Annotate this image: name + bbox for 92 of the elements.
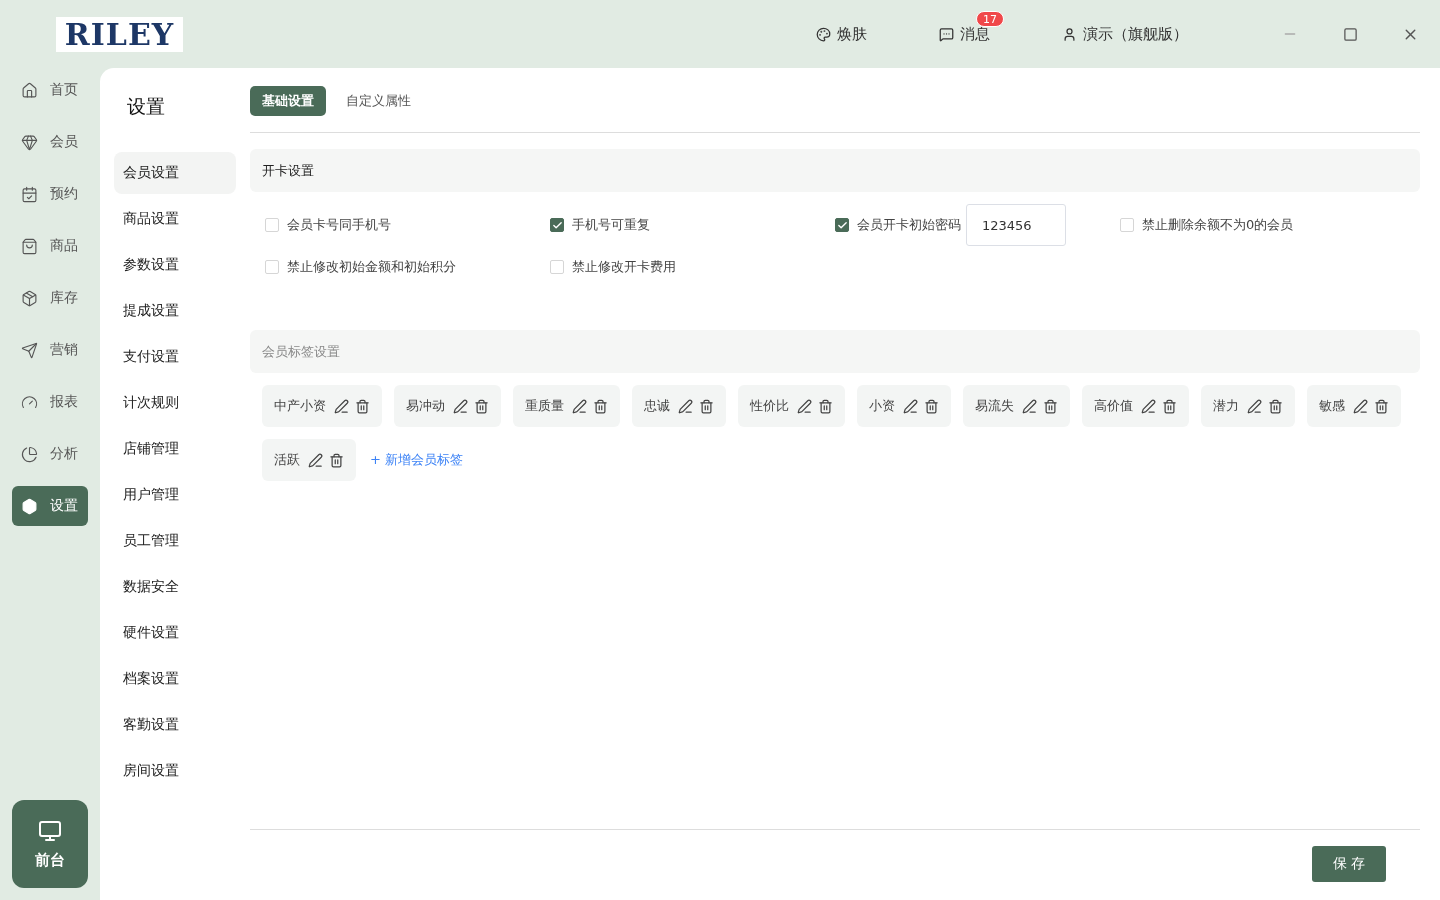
- gem-icon: [21, 133, 38, 151]
- trash-icon[interactable]: [1374, 398, 1389, 414]
- checkbox-label: 禁止修改初始金额和初始积分: [287, 258, 456, 276]
- tag-label: 高价值: [1094, 397, 1133, 415]
- edit-icon[interactable]: [1141, 398, 1156, 414]
- checkbox-label: 手机号可重复: [572, 216, 650, 234]
- tag-label: 易冲动: [406, 397, 445, 415]
- section-header: 开卡设置: [250, 149, 1420, 192]
- monitor-icon: [38, 818, 62, 843]
- user-icon[interactable]: [1062, 26, 1077, 42]
- checkbox-label: 禁止修改开卡费用: [572, 258, 676, 276]
- nav-item[interactable]: 会员: [12, 122, 88, 162]
- edit-icon[interactable]: [453, 398, 468, 414]
- trash-icon[interactable]: [699, 398, 714, 414]
- menu-item[interactable]: 计次规则: [114, 382, 236, 424]
- send-icon: [21, 341, 38, 359]
- tag-label: 活跃: [274, 451, 300, 469]
- tag-label: 潜力: [1213, 397, 1239, 415]
- menu-item[interactable]: 数据安全: [114, 566, 236, 608]
- tag-label: 敏感: [1319, 397, 1345, 415]
- checkbox[interactable]: [835, 218, 849, 232]
- edit-icon[interactable]: [797, 398, 812, 414]
- pie-chart-icon: [21, 445, 38, 463]
- palette-icon[interactable]: [816, 26, 831, 42]
- input-field[interactable]: 123456: [966, 204, 1066, 246]
- menu-item[interactable]: 商品设置: [114, 198, 236, 240]
- menu-item[interactable]: 档案设置: [114, 658, 236, 700]
- edit-icon[interactable]: [903, 398, 918, 414]
- trash-icon[interactable]: [1162, 398, 1177, 414]
- trash-icon[interactable]: [593, 398, 608, 414]
- header-link[interactable]: 演示（旗舰版）: [1083, 24, 1188, 44]
- tab[interactable]: 自定义属性: [334, 86, 423, 116]
- trash-icon[interactable]: [924, 398, 939, 414]
- menu-item[interactable]: 员工管理: [114, 520, 236, 562]
- edit-icon[interactable]: [1247, 398, 1262, 414]
- trash-icon[interactable]: [474, 398, 489, 414]
- trash-icon[interactable]: [1043, 398, 1058, 414]
- chat-icon[interactable]: [939, 26, 954, 42]
- menu-item[interactable]: 提成设置: [114, 290, 236, 332]
- menu-item[interactable]: 房间设置: [114, 750, 236, 792]
- menu-item[interactable]: 用户管理: [114, 474, 236, 516]
- add-tag-link[interactable]: + 新增会员标签: [368, 451, 464, 469]
- checkbox-label: 会员开卡初始密码: [857, 216, 961, 234]
- trash-icon[interactable]: [818, 398, 833, 414]
- nav-item[interactable]: 分析: [12, 434, 88, 474]
- nav-item[interactable]: 报表: [12, 382, 88, 422]
- header-link[interactable]: 焕肤: [837, 24, 867, 44]
- tag-label: 小资: [869, 397, 895, 415]
- nav-item[interactable]: 库存: [12, 278, 88, 318]
- tag-label: 性价比: [750, 397, 789, 415]
- menu-item[interactable]: 会员设置: [114, 152, 236, 194]
- front-desk-button[interactable]: 前台: [12, 800, 88, 888]
- tag-label: 重质量: [525, 397, 564, 415]
- tab[interactable]: 基础设置: [250, 86, 326, 116]
- edit-icon[interactable]: [1353, 398, 1368, 414]
- page-title: 设置: [126, 94, 166, 119]
- menu-item[interactable]: 支付设置: [114, 336, 236, 378]
- nav-item[interactable]: 商品: [12, 226, 88, 266]
- trash-icon[interactable]: [329, 452, 344, 468]
- menu-item[interactable]: 店铺管理: [114, 428, 236, 470]
- nav-item[interactable]: 设置: [12, 486, 88, 526]
- gauge-icon: [21, 393, 38, 411]
- save-button[interactable]: 保 存: [1312, 846, 1386, 882]
- checkbox-label: 禁止删除余额不为0的会员: [1142, 216, 1294, 234]
- checkbox[interactable]: [550, 218, 564, 232]
- home-icon: [21, 81, 38, 99]
- maximize-icon[interactable]: [1342, 26, 1358, 42]
- tag-label: 易流失: [975, 397, 1014, 415]
- settings-icon: [21, 497, 38, 515]
- trash-icon[interactable]: [1268, 398, 1283, 414]
- edit-icon[interactable]: [308, 452, 323, 468]
- bag-icon: [21, 237, 38, 255]
- checkbox-label: 会员卡号同手机号: [287, 216, 391, 234]
- header-link[interactable]: 消息: [960, 24, 990, 44]
- menu-item[interactable]: 客勤设置: [114, 704, 236, 746]
- edit-icon[interactable]: [678, 398, 693, 414]
- menu-item[interactable]: 参数设置: [114, 244, 236, 286]
- tag-label: 忠诚: [644, 397, 670, 415]
- edit-icon[interactable]: [334, 398, 349, 414]
- logo: RILEY: [56, 16, 183, 52]
- edit-icon[interactable]: [572, 398, 587, 414]
- nav-item[interactable]: 营销: [12, 330, 88, 370]
- package-icon: [21, 289, 38, 307]
- tag-label: 中产小资: [274, 397, 326, 415]
- nav-item[interactable]: 首页: [12, 70, 88, 110]
- section-header: 会员标签设置: [250, 330, 1420, 373]
- nav-item[interactable]: 预约: [12, 174, 88, 214]
- edit-icon[interactable]: [1022, 398, 1037, 414]
- trash-icon[interactable]: [355, 398, 370, 414]
- count-badge: 17: [976, 10, 1004, 27]
- menu-item[interactable]: 硬件设置: [114, 612, 236, 654]
- calendar-icon: [21, 185, 38, 203]
